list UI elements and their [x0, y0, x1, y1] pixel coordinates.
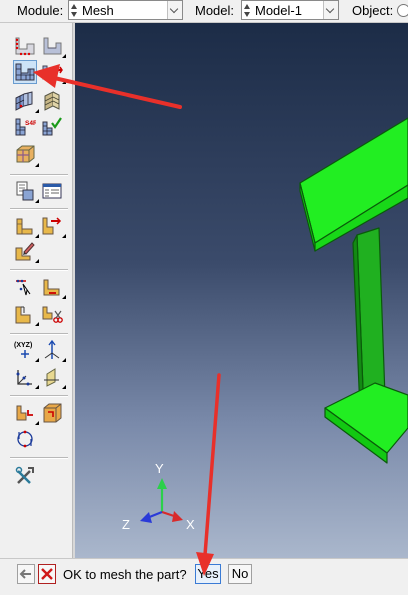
create-mesh-part-icon[interactable]: [14, 240, 39, 263]
datum-csys-icon[interactable]: [41, 366, 66, 389]
context-bar: Module: Mesh Model: Model-1 Object:: [0, 0, 408, 23]
edit-mesh-nodes-icon[interactable]: [41, 215, 66, 238]
datum-axis-icon[interactable]: [41, 339, 66, 362]
triad-y-label: Y: [155, 461, 164, 476]
query-icon[interactable]: [14, 180, 39, 203]
prompt-area: OK to mesh the part? Yes No: [0, 558, 408, 595]
module-spinner-icon[interactable]: [71, 2, 78, 18]
seed-edges-icon[interactable]: [14, 35, 36, 57]
triad-y-arrowhead: [157, 478, 167, 489]
mesh-toolbox: S4R (XYZ): [0, 23, 75, 558]
edit-mesh-icon[interactable]: [14, 215, 39, 238]
svg-text:S4R: S4R: [25, 120, 36, 127]
assign-mesh-controls-icon[interactable]: [14, 90, 39, 113]
combine-faces-icon[interactable]: [41, 276, 66, 299]
partition-edge-icon[interactable]: [41, 402, 63, 424]
no-button[interactable]: No: [228, 564, 252, 584]
triad-x-label: X: [186, 517, 195, 532]
assign-element-type-icon[interactable]: S4R: [14, 116, 36, 138]
module-dropdown-icon[interactable]: [167, 1, 182, 19]
model-dropdown-icon[interactable]: [323, 1, 338, 19]
model-select[interactable]: Model-1: [241, 0, 339, 20]
assign-stack-direction-icon[interactable]: [41, 90, 63, 112]
report-icon[interactable]: [41, 180, 63, 202]
partition-cell-icon[interactable]: [14, 144, 39, 167]
cancel-x-icon: [41, 568, 53, 580]
svg-text:(XYZ): (XYZ): [14, 342, 32, 349]
prompt-message: OK to mesh the part?: [63, 567, 187, 582]
cancel-button[interactable]: [38, 564, 56, 584]
mesh-part-icon[interactable]: [13, 60, 37, 84]
verify-mesh-icon[interactable]: [41, 116, 63, 138]
view-triad: Y Z X: [122, 461, 195, 532]
yes-button[interactable]: Yes: [195, 564, 221, 584]
object-radio-button[interactable]: [397, 4, 408, 17]
model-value: Model-1: [255, 3, 302, 18]
triad-z-arrowhead: [140, 512, 152, 523]
mesh-region-icon[interactable]: [14, 303, 39, 326]
module-select[interactable]: Mesh: [68, 0, 183, 20]
triad-x-arrowhead: [172, 511, 183, 522]
model-spinner-icon[interactable]: [244, 2, 251, 18]
module-value: Mesh: [82, 3, 114, 18]
triad-z-label: Z: [122, 517, 130, 532]
datum-point-icon[interactable]: (XYZ): [14, 339, 39, 362]
delete-mesh-icon[interactable]: [41, 61, 66, 84]
object-label: Object:: [352, 3, 394, 18]
virtual-topology-icon[interactable]: [14, 276, 36, 298]
partition-face-icon[interactable]: [14, 402, 39, 425]
module-label: Module:: [17, 3, 64, 18]
delete-region-icon[interactable]: [41, 303, 63, 325]
back-button[interactable]: [17, 564, 35, 584]
seed-part-icon[interactable]: [41, 35, 66, 58]
tools-icon[interactable]: [14, 465, 36, 487]
viewport[interactable]: Y Z X: [75, 23, 408, 558]
cycle-icon[interactable]: [14, 427, 36, 449]
back-arrow-icon: [19, 569, 31, 579]
meshed-part[interactable]: [299, 117, 408, 464]
datum-plane-icon[interactable]: [14, 366, 39, 389]
model-label: Model:: [195, 3, 235, 18]
